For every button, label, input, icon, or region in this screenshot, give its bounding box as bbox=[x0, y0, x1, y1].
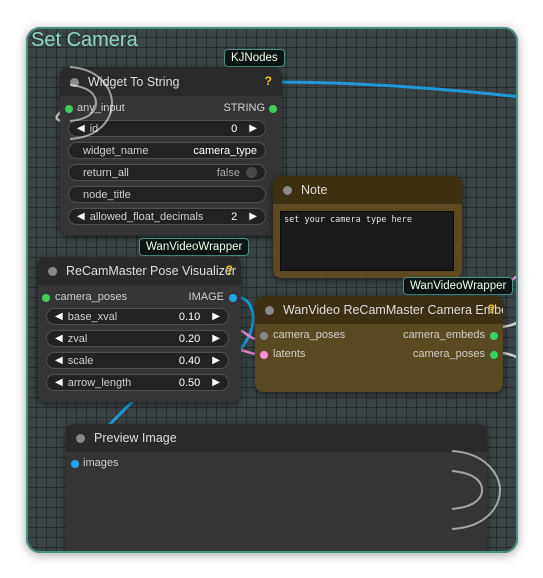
help-icon[interactable]: ? bbox=[488, 302, 495, 316]
camera-poses-output-socket[interactable] bbox=[490, 351, 498, 359]
collapse-dot-icon[interactable] bbox=[76, 433, 85, 443]
decrement-arrow-icon[interactable]: ◀ bbox=[55, 311, 63, 322]
decrement-arrow-icon[interactable]: ◀ bbox=[77, 123, 85, 134]
widget-value: false bbox=[216, 166, 240, 179]
widget-value: 0.10 bbox=[178, 310, 201, 323]
link-string-out bbox=[273, 80, 518, 99]
input-label: any_input bbox=[77, 102, 125, 114]
widget-label: zval bbox=[67, 332, 88, 345]
widget-label: return_all bbox=[83, 166, 129, 179]
node-title: Widget To String bbox=[88, 75, 180, 89]
input-label: images bbox=[83, 457, 119, 469]
camera-poses-input-socket[interactable] bbox=[42, 294, 50, 302]
image-output-socket[interactable] bbox=[229, 294, 237, 302]
node-title: WanVideo ReCamMaster Camera Embeds bbox=[283, 303, 503, 317]
canvas-frame: Set Camera KJNodes Widget To String ? an… bbox=[26, 27, 518, 553]
node-camera-embeds[interactable]: WanVideo ReCamMaster Camera Embeds ? cam… bbox=[255, 296, 503, 392]
widget-label: base_xval bbox=[67, 310, 118, 323]
node-note[interactable]: Note set your camera type here bbox=[273, 176, 462, 278]
widget-label: node_title bbox=[83, 188, 131, 201]
node-header[interactable]: Widget To String ? bbox=[60, 68, 282, 96]
output-label: camera_embeds bbox=[403, 329, 485, 341]
increment-arrow-icon[interactable]: ▶ bbox=[212, 311, 220, 322]
node-title: Preview Image bbox=[94, 431, 177, 445]
base-xval-widget[interactable]: ◀ base_xval 0.10 ▶ bbox=[46, 308, 229, 325]
output-label: camera_poses bbox=[412, 348, 485, 360]
zval-widget[interactable]: ◀ zval 0.20 ▶ bbox=[46, 330, 229, 347]
input-label: latents bbox=[273, 348, 306, 360]
node-title: Note bbox=[301, 183, 328, 197]
widget-name-widget[interactable]: widget_name camera_type bbox=[68, 142, 266, 159]
node-widget-to-string[interactable]: Widget To String ? any_input STRING ◀ id… bbox=[60, 68, 282, 235]
input-label: camera_poses bbox=[273, 329, 346, 341]
node-pose-visualizer[interactable]: ReCamMaster Pose Visualizer ? camera_pos… bbox=[38, 257, 241, 402]
node-header[interactable]: Preview Image bbox=[66, 424, 487, 452]
help-icon[interactable]: ? bbox=[226, 263, 233, 277]
output-label: IMAGE bbox=[188, 291, 224, 303]
latents-input-socket[interactable] bbox=[260, 351, 268, 359]
widget-label: arrow_length bbox=[67, 376, 132, 389]
decrement-arrow-icon[interactable]: ◀ bbox=[77, 211, 85, 222]
badge-kjnodes: KJNodes bbox=[224, 49, 285, 67]
camera-poses-input-socket[interactable] bbox=[260, 332, 268, 340]
widget-label: widget_name bbox=[83, 144, 149, 157]
widget-label: id bbox=[89, 122, 99, 135]
collapse-dot-icon[interactable] bbox=[70, 77, 79, 87]
input-label: camera_poses bbox=[55, 291, 128, 303]
node-title: ReCamMaster Pose Visualizer bbox=[66, 264, 236, 278]
widget-value: 0 bbox=[231, 122, 238, 135]
widget-value: 0.50 bbox=[178, 376, 201, 389]
decrement-arrow-icon[interactable]: ◀ bbox=[55, 377, 63, 388]
arrow-length-widget[interactable]: ◀ arrow_length 0.50 ▶ bbox=[46, 374, 229, 391]
string-output-socket[interactable] bbox=[269, 105, 277, 113]
badge-wanvideowrapper: WanVideoWrapper bbox=[403, 277, 514, 295]
node-preview-image[interactable]: Preview Image images bbox=[66, 424, 487, 553]
collapse-dot-icon[interactable] bbox=[265, 305, 274, 315]
node-title-widget[interactable]: node_title bbox=[68, 186, 266, 203]
id-widget[interactable]: ◀ id 0 ▶ bbox=[68, 120, 266, 137]
any-input-socket[interactable] bbox=[65, 105, 73, 113]
toggle-knob-icon[interactable] bbox=[246, 167, 257, 178]
scale-widget[interactable]: ◀ scale 0.40 ▶ bbox=[46, 352, 229, 369]
node-header[interactable]: ReCamMaster Pose Visualizer ? bbox=[38, 257, 241, 285]
increment-arrow-icon[interactable]: ▶ bbox=[212, 377, 220, 388]
increment-arrow-icon[interactable]: ▶ bbox=[212, 355, 220, 366]
increment-arrow-icon[interactable]: ▶ bbox=[249, 123, 257, 134]
images-input-socket[interactable] bbox=[71, 460, 79, 468]
decrement-arrow-icon[interactable]: ◀ bbox=[55, 355, 63, 366]
allowed-float-decimals-widget[interactable]: ◀ allowed_float_decimals 2 ▶ bbox=[68, 208, 266, 225]
widget-label: scale bbox=[67, 354, 94, 367]
return-all-toggle[interactable]: return_all false bbox=[68, 164, 266, 181]
collapse-dot-icon[interactable] bbox=[283, 185, 292, 195]
collapse-dot-icon[interactable] bbox=[48, 266, 57, 276]
widget-value: 0.20 bbox=[178, 332, 201, 345]
node-header[interactable]: Note bbox=[273, 176, 462, 204]
widget-label: allowed_float_decimals bbox=[89, 210, 204, 223]
note-textarea[interactable]: set your camera type here bbox=[280, 211, 454, 271]
increment-arrow-icon[interactable]: ▶ bbox=[249, 211, 257, 222]
output-label: STRING bbox=[223, 102, 265, 114]
increment-arrow-icon[interactable]: ▶ bbox=[212, 333, 220, 344]
widget-value: 2 bbox=[231, 210, 238, 223]
widget-value: camera_type bbox=[193, 144, 257, 157]
badge-wanvideowrapper: WanVideoWrapper bbox=[139, 238, 250, 256]
widget-value: 0.40 bbox=[178, 354, 201, 367]
camera-embeds-output-socket[interactable] bbox=[490, 332, 498, 340]
decrement-arrow-icon[interactable]: ◀ bbox=[55, 333, 63, 344]
help-icon[interactable]: ? bbox=[265, 74, 272, 88]
node-header[interactable]: WanVideo ReCamMaster Camera Embeds ? bbox=[255, 296, 503, 324]
